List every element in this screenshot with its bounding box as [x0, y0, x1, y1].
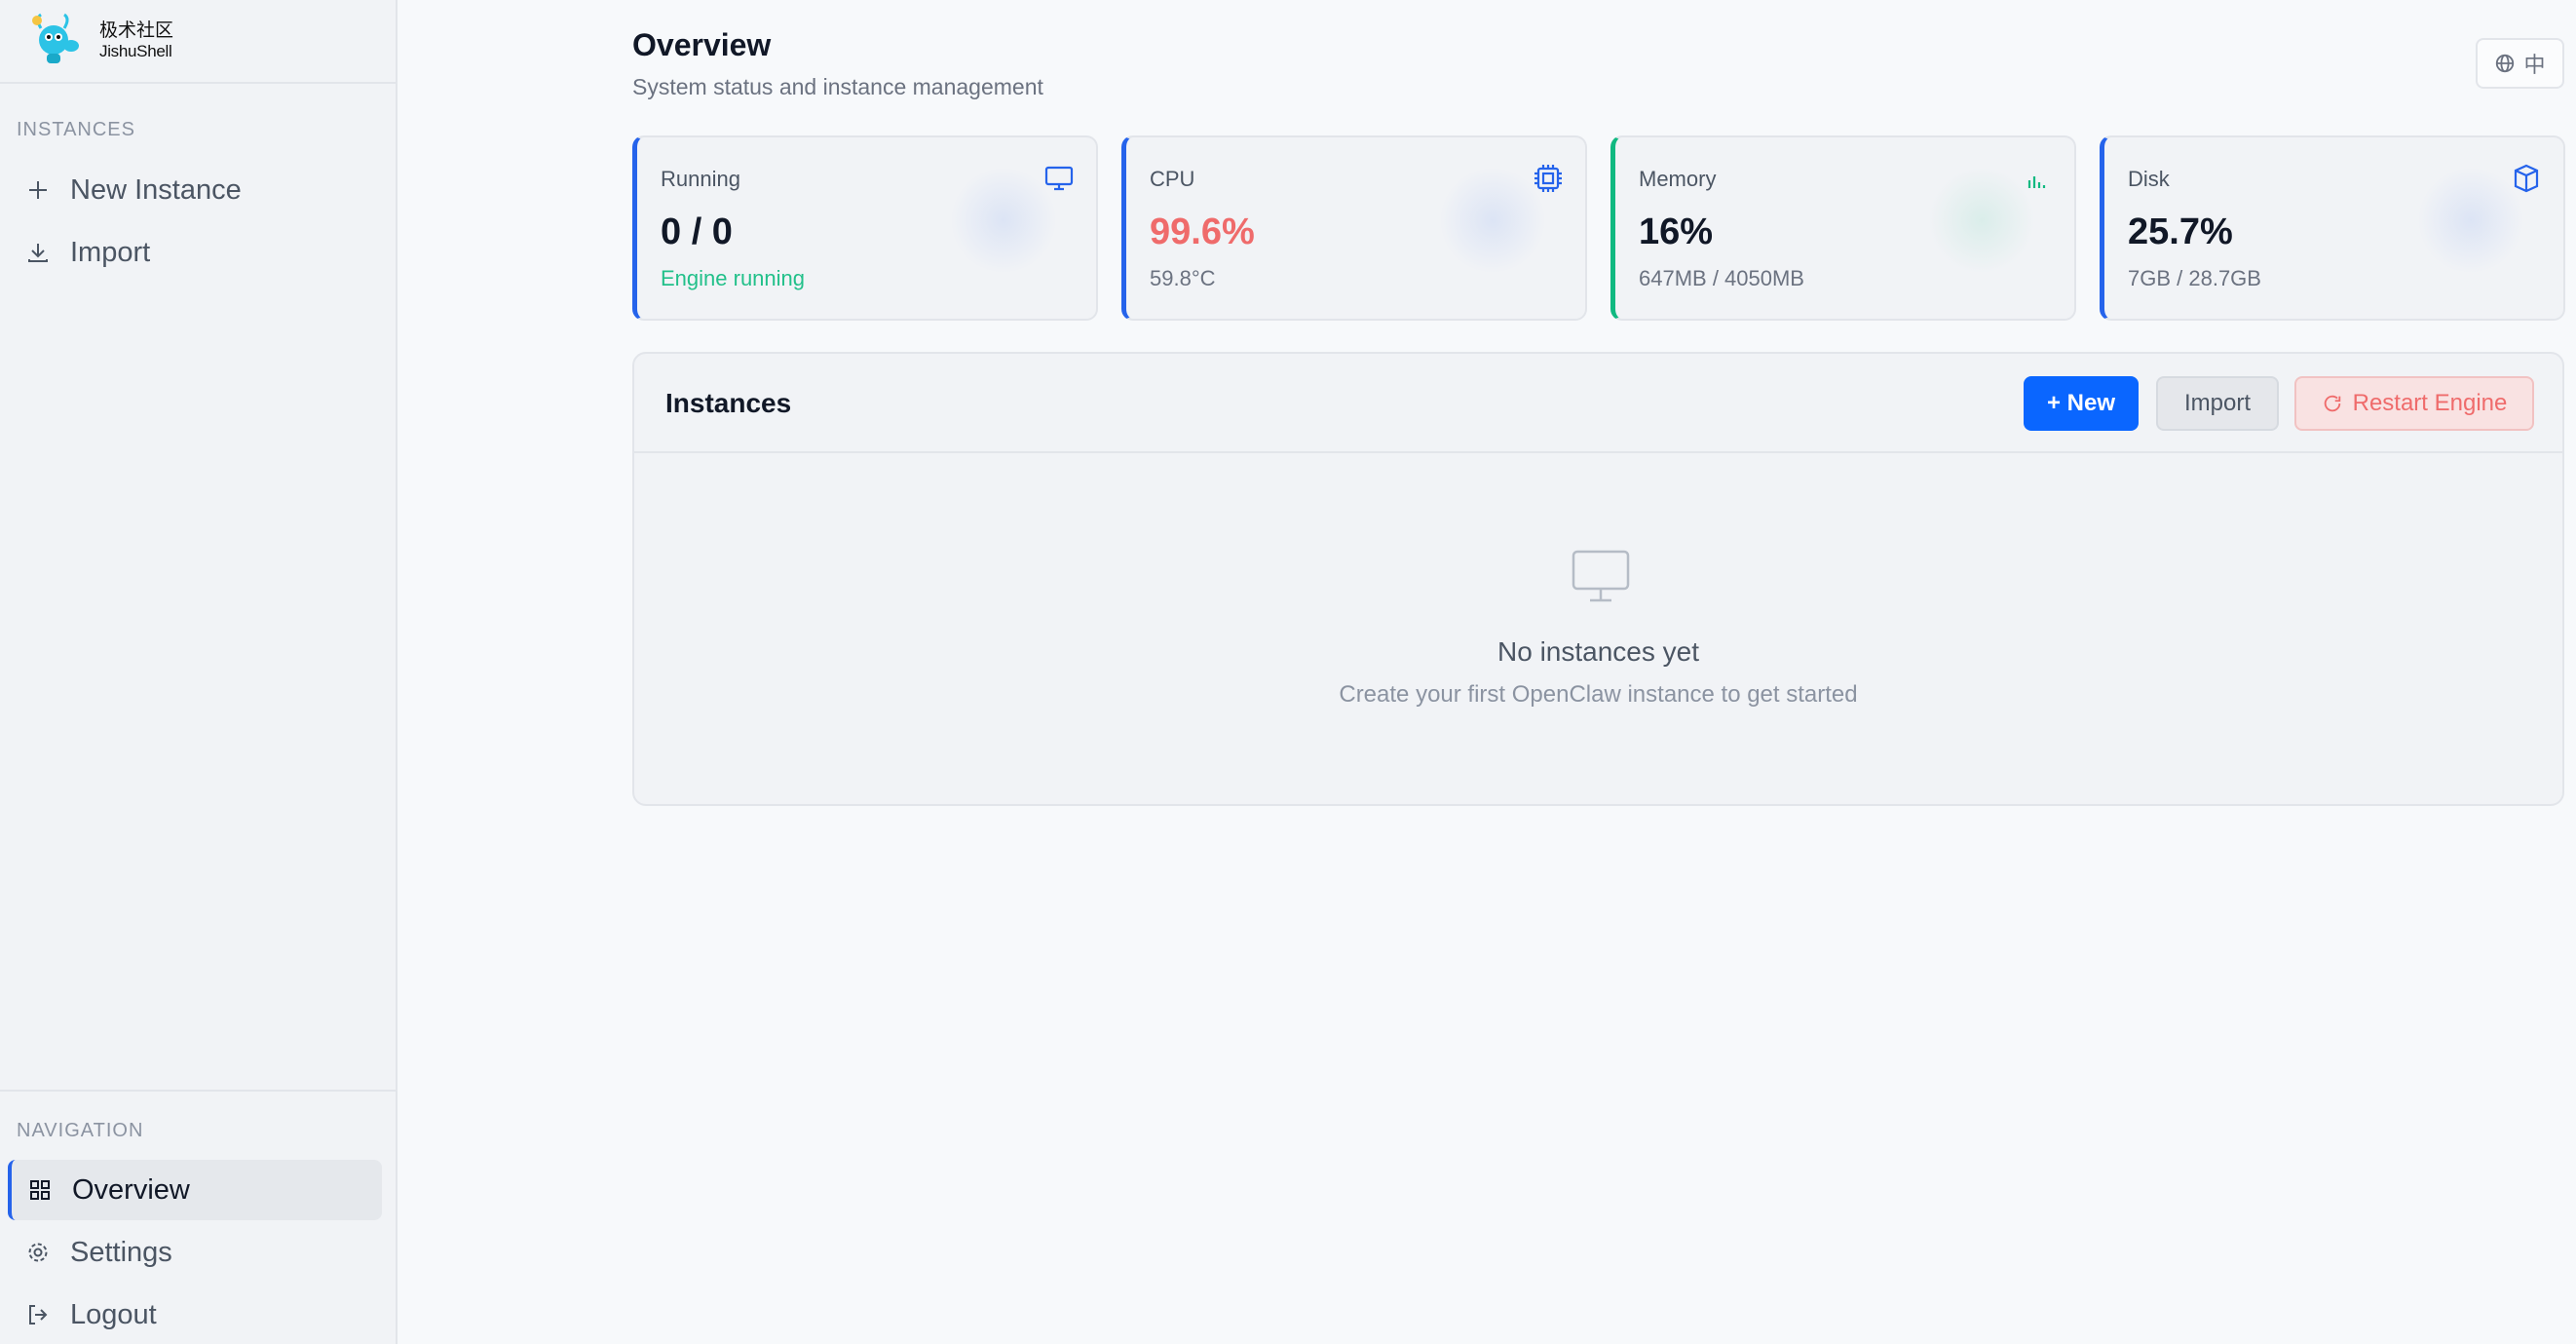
instances-title: Instances: [665, 388, 792, 418]
sidebar-item-new-instance[interactable]: New Instance: [8, 160, 382, 220]
monitor-icon: [1044, 166, 1074, 191]
monitor-empty-icon: [1572, 550, 1630, 602]
stat-value: 25.7%: [2128, 211, 2233, 252]
restart-engine-label: Restart Engine: [2352, 390, 2508, 416]
stat-value: 99.6%: [1150, 211, 1255, 252]
brand-name-en: JishuShell: [99, 42, 172, 61]
card-glow: [1439, 167, 1546, 274]
disk-stat-card: Disk 25.7% 7GB / 28.7GB: [2100, 135, 2565, 321]
stat-subtext: 7GB / 28.7GB: [2128, 266, 2261, 290]
instances-panel: Instances + New Import Restart Engine No…: [632, 352, 2564, 806]
database-icon: [2514, 164, 2539, 193]
sidebar-divider: [0, 1090, 396, 1092]
stat-subtext: 647MB / 4050MB: [1639, 266, 1804, 290]
instances-panel-header: Instances + New Import Restart Engine: [634, 354, 2562, 453]
sidebar-item-label: Logout: [70, 1298, 157, 1330]
stat-subtext: Engine running: [661, 266, 806, 290]
page-subtitle: System status and instance management: [632, 74, 1043, 99]
card-glow: [1928, 167, 2035, 274]
sidebar: 极术社区 JishuShell INSTANCES New Instance I…: [0, 0, 398, 1344]
plus-icon: [25, 177, 51, 203]
stat-label: Disk: [2128, 167, 2170, 191]
chip-icon: [1534, 165, 1562, 192]
sidebar-item-overview[interactable]: Overview: [8, 1160, 382, 1220]
grid-icon: [27, 1177, 53, 1203]
sidebar-item-import[interactable]: Import: [8, 222, 382, 283]
card-glow: [2417, 167, 2524, 274]
sidebar-item-label: Overview: [72, 1173, 190, 1206]
import-button[interactable]: Import: [2156, 376, 2279, 431]
download-icon: [25, 240, 51, 265]
memory-stat-card: Memory 16% 647MB / 4050MB: [1610, 135, 2076, 321]
language-toggle-button[interactable]: 中: [2476, 38, 2564, 89]
bars-icon: [2027, 176, 2046, 188]
sidebar-item-logout[interactable]: Logout: [8, 1285, 382, 1344]
navigation-section-label: NAVIGATION: [17, 1120, 144, 1141]
sidebar-item-settings[interactable]: Settings: [8, 1222, 382, 1283]
stat-label: Running: [661, 167, 740, 191]
sidebar-item-label: Settings: [70, 1236, 172, 1268]
cpu-stat-card: CPU 99.6% 59.8°C: [1121, 135, 1587, 321]
stat-label: Memory: [1639, 167, 1717, 191]
lobster-logo-icon: [32, 13, 79, 63]
sidebar-item-label: Import: [70, 236, 151, 268]
logout-icon: [25, 1302, 51, 1327]
stat-value: 16%: [1639, 211, 1714, 252]
brand-name-cn: 极术社区: [99, 20, 174, 42]
empty-state-title: No instances yet: [1497, 636, 1699, 667]
gear-icon: [25, 1240, 51, 1265]
language-label: 中: [2523, 53, 2546, 77]
new-instance-button[interactable]: + New: [2024, 376, 2139, 431]
instances-section-label: INSTANCES: [17, 119, 135, 140]
card-glow: [950, 167, 1057, 274]
empty-state-subtitle: Create your first OpenClaw instance to g…: [1339, 681, 1858, 708]
globe-icon: [2496, 54, 2515, 73]
sidebar-item-label: New Instance: [70, 173, 242, 206]
refresh-icon: [2324, 395, 2340, 412]
page-title: Overview: [632, 27, 772, 62]
restart-engine-button[interactable]: Restart Engine: [2294, 376, 2534, 431]
brand[interactable]: 极术社区 JishuShell: [0, 0, 396, 84]
stat-value: 0 / 0: [661, 211, 733, 252]
stat-label: CPU: [1150, 167, 1195, 191]
stat-subtext: 59.8°C: [1150, 266, 1216, 290]
running-stat-card: Running 0 / 0 Engine running: [632, 135, 1098, 321]
